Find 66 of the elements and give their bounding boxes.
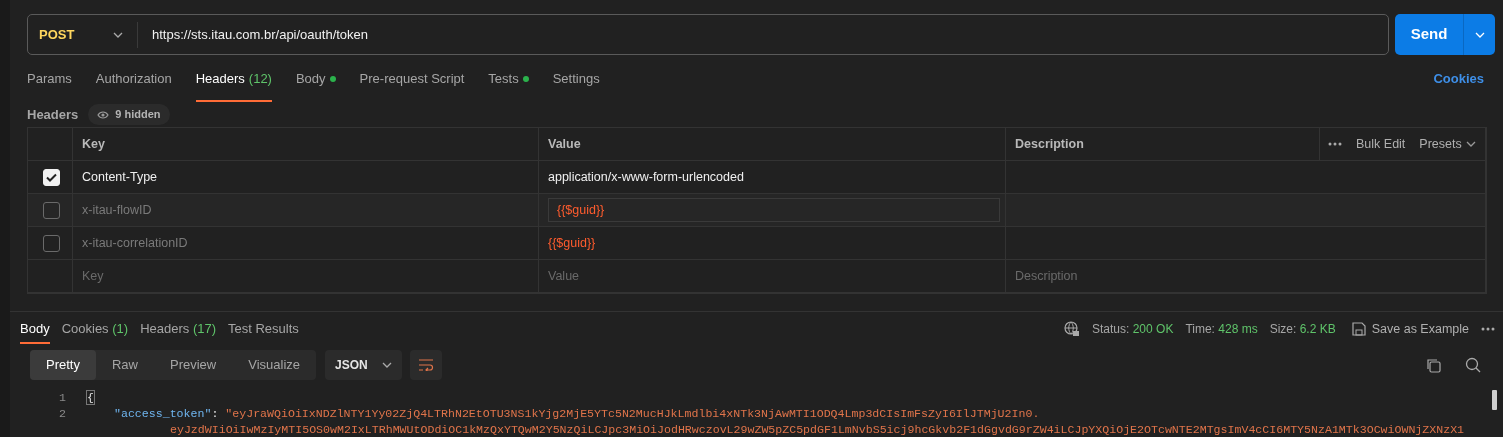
more-icon [1481, 327, 1495, 331]
checkbox[interactable] [43, 201, 60, 219]
status-stat: Size: 6.2 KB [1269, 321, 1336, 338]
chevron-down-icon [1474, 31, 1485, 38]
search-icon [1465, 357, 1481, 373]
key-field[interactable]: Key [82, 266, 538, 286]
request-tab[interactable]: Headers (12) [195, 55, 272, 102]
hidden-headers-toggle[interactable]: 9 hidden [88, 104, 170, 125]
chevron-down-icon [381, 362, 392, 368]
scrollbar-thumb[interactable] [1492, 390, 1497, 410]
key-cell: x-itau-flowID [73, 194, 539, 227]
view-tab[interactable]: Visualize [232, 350, 317, 380]
wrap-lines-icon [417, 359, 434, 371]
value-text: {{$guid}} [548, 234, 596, 252]
json-key: "access_token" [114, 407, 212, 420]
status-stat: Status: 200 OK [1092, 321, 1174, 338]
chevron-down-icon [113, 31, 123, 38]
request-tab[interactable]: Settings [552, 55, 600, 102]
json-string: eyJzdWIiOiIwMzIyMTI5OS0wM2IxLTRhMWUtODdiOC1kMzQxYTQwM2Y5NzQiLCJpc3MiOiJodHRwczovL29wZW5pZC5pdGF1LmNvbS5icj9hcGkvb2F1dGgvdG9rZW4iLCJpYXQiOjE2OTcwNTE2MTgsImV4cCI6MTY5NzA1MTk3OCwiOWNjZXNzX1 [170, 423, 1465, 436]
column-header: Key [73, 128, 539, 161]
response-tab[interactable]: Test Results [228, 314, 299, 344]
cookies-link[interactable]: Cookies [1433, 68, 1484, 89]
description-field[interactable]: Description [1015, 266, 1485, 286]
eye-icon [97, 110, 110, 119]
copy-button[interactable] [1426, 357, 1441, 373]
request-tab[interactable]: Authorization [95, 55, 172, 102]
wrap-lines-button[interactable] [409, 350, 442, 380]
response-tab[interactable]: Cookies (1) [61, 314, 129, 344]
view-tab[interactable]: Raw [95, 350, 154, 380]
key-cell: x-itau-correlationID [73, 227, 539, 260]
more-options-button[interactable] [1481, 327, 1495, 331]
more-options-button[interactable] [1328, 142, 1342, 146]
value-text: application/x-www-form-urlencoded [548, 168, 744, 186]
checkbox[interactable] [43, 234, 60, 252]
more-icon [1328, 142, 1342, 146]
value-field[interactable]: Value [548, 266, 1005, 286]
search-button[interactable] [1465, 357, 1481, 373]
chevron-down-icon [1465, 141, 1476, 147]
url-text[interactable]: https://sts.itau.com.br/api/oauth/token [138, 24, 369, 45]
section-label: Headers [27, 105, 79, 124]
request-tab[interactable]: Tests [488, 55, 529, 102]
column-header: Description [1006, 128, 1320, 161]
globe-lock-icon [1064, 321, 1080, 337]
line-number: 2 [58, 406, 66, 422]
json-punctuation: { [86, 390, 95, 405]
check-icon [46, 172, 57, 182]
response-tab[interactable]: Body [20, 314, 50, 344]
view-tab[interactable]: Pretty [30, 350, 96, 380]
send-button[interactable]: Send [1395, 14, 1463, 55]
json-punctuation: : [211, 407, 220, 420]
json-string: "eyJraWQiOiIxNDZlNTY1Yy02ZjQ4LTRhN2EtOTU3NS1kYjg2MjE5YTc5N2MucHJkLmdlbi4xNTk3NjAwMTI1ODQ4Lmp3dCIsImFsZyI6IlJTMjU2In0. [225, 407, 1040, 420]
value-field[interactable]: {{$guid}} [548, 198, 1000, 222]
response-tab[interactable]: Headers (17) [140, 314, 216, 344]
bulk-edit-button[interactable]: Bulk Edit [1356, 134, 1406, 154]
line-number: 1 [58, 390, 66, 406]
method-dropdown[interactable]: POST [28, 21, 138, 48]
presets-dropdown[interactable]: Presets [1419, 134, 1476, 154]
save-as-example-button[interactable]: Save as Example [1351, 319, 1469, 339]
view-tab[interactable]: Preview [154, 350, 233, 380]
request-tab[interactable]: Params [27, 55, 72, 102]
request-tab[interactable]: Pre-request Script [359, 55, 465, 102]
copy-icon [1426, 357, 1441, 373]
column-header: Value [539, 128, 1006, 161]
request-tab[interactable]: Body [295, 55, 336, 102]
status-stat: Time: 428 ms [1185, 321, 1258, 338]
format-dropdown[interactable]: JSON [325, 350, 402, 380]
